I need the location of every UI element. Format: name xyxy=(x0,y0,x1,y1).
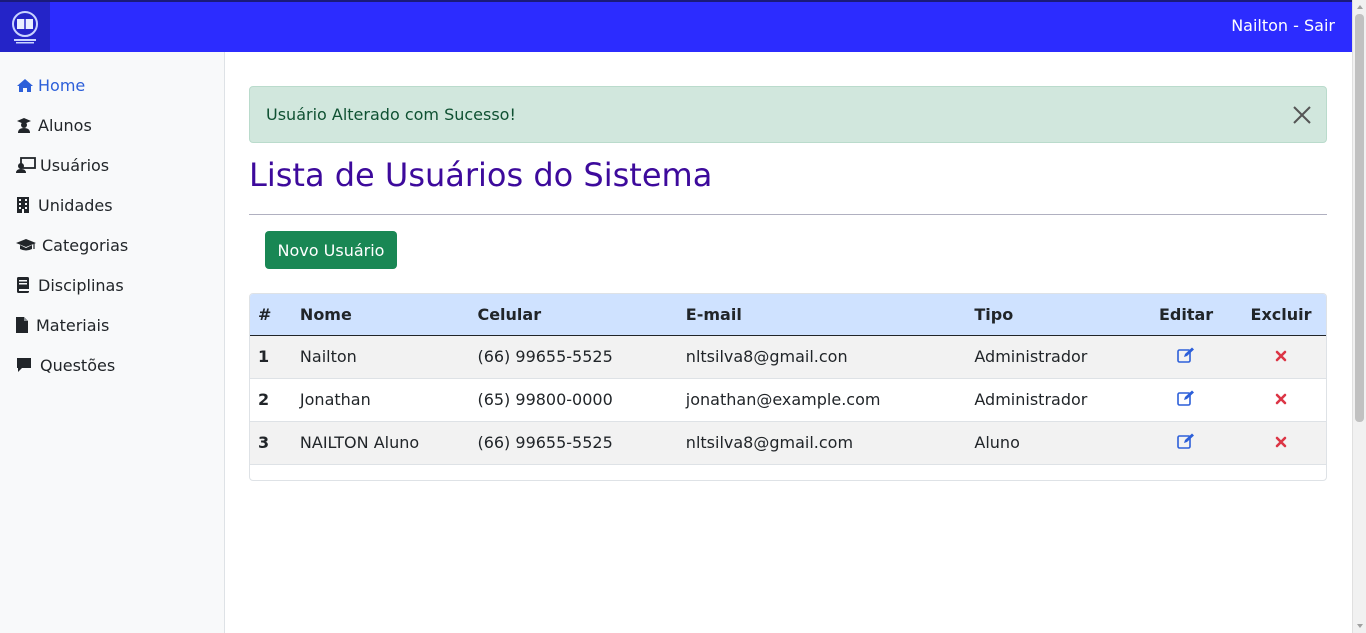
page-title: Lista de Usuários do Sistema xyxy=(249,156,713,194)
sidebar-item-alunos[interactable]: Alunos xyxy=(16,113,92,137)
comment-icon xyxy=(16,357,36,373)
graduate-icon xyxy=(16,117,34,133)
cell-email: nltsilva8@gmail.con xyxy=(685,347,848,366)
sidebar-item-materiais[interactable]: Materiais xyxy=(16,313,109,337)
column-header-celular: Celular xyxy=(477,304,542,324)
cell-celular: (65) 99800-0000 xyxy=(477,390,613,409)
column-header-editar: Editar xyxy=(1158,304,1214,324)
graduation-cap-icon xyxy=(16,237,38,253)
cell-id: 2 xyxy=(258,390,270,409)
sidebar-item-label: Alunos xyxy=(38,115,92,135)
cell-id: 1 xyxy=(258,347,270,366)
top-navbar: Nailton - Sair xyxy=(0,0,1352,52)
cell-tipo: Administrador xyxy=(974,390,1088,409)
table-row: 3 NAILTON Aluno (66) 99655-5525 nltsilva… xyxy=(250,421,1326,464)
sidebar-item-label: Usuários xyxy=(40,155,110,175)
cell-editar xyxy=(1136,378,1236,421)
sidebar-item-usuarios[interactable]: Usuários xyxy=(16,153,109,177)
sidebar-item-unidades[interactable]: Unidades xyxy=(16,193,113,217)
main-content: Usuário Alterado com Sucesso! Lista de U… xyxy=(225,52,1352,633)
table-header-row: # Nome Celular E-mail Tipo Editar Exclui… xyxy=(250,294,1326,335)
delete-icon[interactable] xyxy=(1275,350,1287,362)
cell-id: 3 xyxy=(258,433,270,452)
cell-editar xyxy=(1136,335,1236,378)
edit-icon[interactable] xyxy=(1177,347,1195,363)
sidebar-item-label: Home xyxy=(38,75,86,95)
cell-celular: (66) 99655-5525 xyxy=(477,347,613,366)
cell-nome: Nailton xyxy=(299,347,357,366)
column-header-id: # xyxy=(258,304,272,324)
success-alert: Usuário Alterado com Sucesso! xyxy=(249,86,1327,143)
cell-excluir xyxy=(1236,421,1326,464)
edit-icon[interactable] xyxy=(1177,433,1195,449)
users-table: # Nome Celular E-mail Tipo Editar Exclui… xyxy=(249,293,1327,481)
sidebar-item-label: Unidades xyxy=(38,195,113,215)
home-icon xyxy=(16,77,34,93)
user-logout-link[interactable]: Nailton - Sair xyxy=(1231,16,1335,35)
alert-message: Usuário Alterado com Sucesso! xyxy=(266,105,516,124)
logo[interactable] xyxy=(0,2,50,52)
cell-editar xyxy=(1136,421,1236,464)
sidebar-item-label: Questões xyxy=(40,355,116,375)
sidebar-item-label: Categorias xyxy=(42,235,129,255)
cell-tipo: Aluno xyxy=(974,433,1020,452)
scroll-down-icon[interactable] xyxy=(1356,622,1364,630)
cell-excluir xyxy=(1236,378,1326,421)
sidebar-item-questoes[interactable]: Questões xyxy=(16,353,115,377)
cell-nome: NAILTON Aluno xyxy=(299,433,420,452)
cell-tipo: Administrador xyxy=(974,347,1088,366)
new-user-button[interactable]: Novo Usuário xyxy=(265,231,397,269)
cell-email: nltsilva8@gmail.com xyxy=(685,433,854,452)
cell-celular: (66) 99655-5525 xyxy=(477,433,613,452)
table-row: 2 Jonathan (65) 99800-0000 jonathan@exam… xyxy=(250,378,1326,421)
vertical-scrollbar[interactable] xyxy=(1352,0,1366,633)
scroll-up-icon[interactable] xyxy=(1356,3,1364,11)
sidebar-item-label: Materiais xyxy=(36,315,110,335)
sidebar-item-categorias[interactable]: Categorias xyxy=(16,233,128,257)
close-icon[interactable] xyxy=(1292,105,1312,125)
cell-excluir xyxy=(1236,335,1326,378)
sidebar: Home Alunos Usuários Unidades Categorias… xyxy=(0,52,225,633)
building-icon xyxy=(16,197,34,213)
file-icon xyxy=(16,317,32,333)
scrollbar-thumb[interactable] xyxy=(1355,14,1364,422)
column-header-email: E-mail xyxy=(685,304,742,324)
divider xyxy=(249,214,1327,215)
sidebar-item-home[interactable]: Home xyxy=(16,73,85,97)
school-logo-icon xyxy=(12,11,38,44)
teacher-icon xyxy=(16,157,36,173)
cell-nome: Jonathan xyxy=(299,390,371,409)
table-row: 1 Nailton (66) 99655-5525 nltsilva8@gmai… xyxy=(250,335,1326,378)
column-header-tipo: Tipo xyxy=(974,304,1014,324)
column-header-excluir: Excluir xyxy=(1250,304,1312,324)
sidebar-item-disciplinas[interactable]: Disciplinas xyxy=(16,273,124,297)
delete-icon[interactable] xyxy=(1275,393,1287,405)
delete-icon[interactable] xyxy=(1275,436,1287,448)
cell-email: jonathan@example.com xyxy=(685,390,881,409)
column-header-nome: Nome xyxy=(299,304,352,324)
edit-icon[interactable] xyxy=(1177,390,1195,406)
sidebar-item-label: Disciplinas xyxy=(38,275,124,295)
book-icon xyxy=(16,277,34,293)
